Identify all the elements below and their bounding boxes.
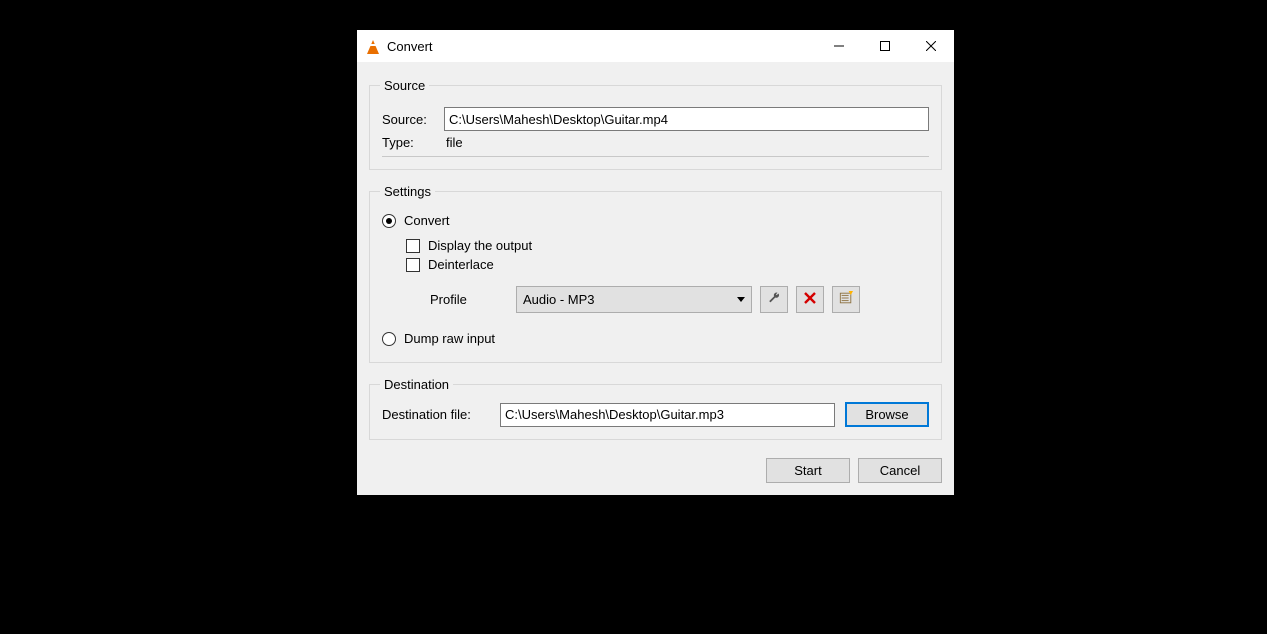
settings-group: Settings Convert Display the output Dein… (369, 184, 942, 363)
window-controls (816, 31, 954, 61)
convert-radio-label: Convert (404, 213, 450, 228)
wrench-icon (767, 291, 781, 308)
dump-raw-radio[interactable] (382, 332, 396, 346)
profile-combo[interactable]: Audio - MP3 (516, 286, 752, 313)
chevron-down-icon (737, 297, 745, 303)
dialog-footer: Start Cancel (369, 454, 942, 483)
convert-radio[interactable] (382, 214, 396, 228)
source-input[interactable] (444, 107, 929, 131)
deinterlace-label: Deinterlace (428, 257, 494, 272)
close-button[interactable] (908, 31, 954, 61)
x-icon (803, 291, 817, 308)
source-legend: Source (380, 78, 429, 93)
browse-button[interactable]: Browse (845, 402, 929, 427)
cancel-button-label: Cancel (880, 463, 920, 478)
delete-profile-button[interactable] (796, 286, 824, 313)
convert-dialog: Convert Source Source: Type: file (357, 30, 954, 495)
edit-profile-button[interactable] (760, 286, 788, 313)
deinterlace-checkbox[interactable] (406, 258, 420, 272)
minimize-button[interactable] (816, 31, 862, 61)
type-value: file (444, 135, 463, 150)
new-profile-button[interactable] (832, 286, 860, 313)
start-button[interactable]: Start (766, 458, 850, 483)
cancel-button[interactable]: Cancel (858, 458, 942, 483)
profile-label: Profile (430, 292, 508, 307)
source-label: Source: (382, 112, 444, 127)
maximize-button[interactable] (862, 31, 908, 61)
settings-legend: Settings (380, 184, 435, 199)
profile-value: Audio - MP3 (523, 292, 595, 307)
title-bar: Convert (357, 30, 954, 62)
source-divider (382, 156, 929, 157)
start-button-label: Start (794, 463, 821, 478)
new-list-icon (839, 291, 853, 308)
dialog-body: Source Source: Type: file Settings Conve… (357, 62, 954, 495)
source-group: Source Source: Type: file (369, 78, 942, 170)
destination-legend: Destination (380, 377, 453, 392)
destination-label: Destination file: (382, 407, 490, 422)
destination-group: Destination Destination file: Browse (369, 377, 942, 440)
window-title: Convert (387, 39, 433, 54)
destination-input[interactable] (500, 403, 835, 427)
vlc-cone-icon (365, 38, 381, 54)
dump-raw-label: Dump raw input (404, 331, 495, 346)
display-output-checkbox[interactable] (406, 239, 420, 253)
browse-button-label: Browse (865, 407, 908, 422)
display-output-label: Display the output (428, 238, 532, 253)
type-label: Type: (382, 135, 444, 150)
